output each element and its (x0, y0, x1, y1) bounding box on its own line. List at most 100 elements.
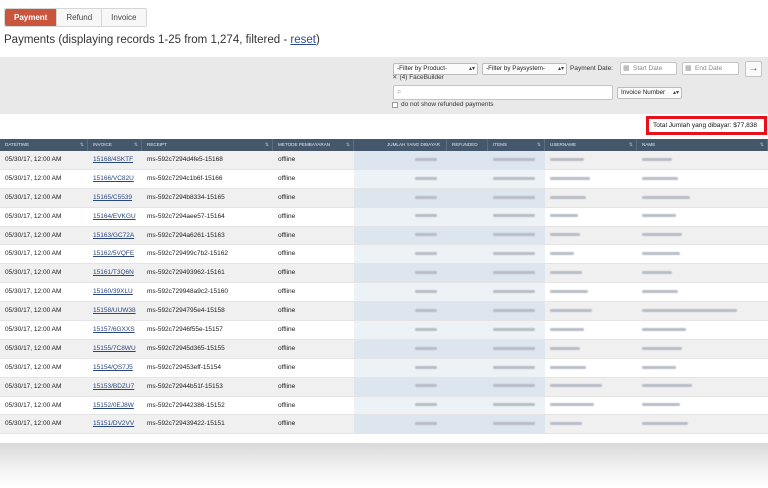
redacted-value (415, 214, 437, 218)
tab-payment[interactable]: Payment (5, 9, 58, 26)
cell-amount-paid (354, 302, 447, 321)
cell-name (637, 208, 768, 226)
table-body: 05/30/17, 12:00 AM 15168/4SKTF ms-592c7294… (0, 151, 768, 435)
window-bottom-shadow (0, 443, 768, 488)
table-row[interactable]: 05/30/17, 12:00 AM 15160/39XLU ms-592c7299… (0, 283, 768, 303)
column-header-username[interactable]: USERNAME ⇅ (545, 139, 637, 151)
cell-invoice: 15151/DV2VV (88, 415, 142, 433)
invoice-link[interactable]: 15160/39XLU (93, 288, 133, 295)
cell-payment-method: offline (278, 382, 296, 390)
cell-receipt: ms-592c72945d365-15155 (147, 344, 225, 352)
invoice-link[interactable]: 15162/5VQFE (93, 250, 134, 257)
cell-date-time: 05/30/17, 12:00 AM (5, 344, 62, 352)
cell-receipt: ms-592c729499c7b2-15162 (147, 250, 228, 258)
cell-amount-paid (354, 151, 447, 169)
table-row[interactable]: 05/30/17, 12:00 AM 15154/QS7J5 ms-592c7294… (0, 358, 768, 378)
redacted-value (415, 403, 437, 407)
tab-refund[interactable]: Refund (57, 9, 103, 26)
cell-invoice: 15154/QS7J5 (88, 359, 142, 377)
cell-amount-paid (354, 264, 447, 283)
sort-icon: ⇅ (536, 142, 541, 148)
chevron-updown-icon: ▴▾ (672, 90, 679, 96)
table-row[interactable]: 05/30/17, 12:00 AM 15151/DV2VV ms-592c7294… (0, 415, 768, 435)
close-icon[interactable]: ✕ (392, 74, 397, 81)
search-field-select[interactable]: Invoice Number ▴▾ (617, 87, 682, 99)
cell-items (488, 264, 545, 283)
cell-username (545, 397, 637, 415)
table-row[interactable]: 05/30/17, 12:00 AM 15152/0EJ8W ms-592c7294… (0, 396, 768, 416)
table-row[interactable]: 05/30/17, 12:00 AM 15165/C5539 ms-592c7294… (0, 188, 768, 208)
table-row[interactable]: 05/30/17, 12:00 AM 15168/4SKTF ms-592c7294… (0, 151, 768, 170)
invoice-link[interactable]: 15164/EVKGU (93, 213, 136, 220)
cell-items (488, 151, 545, 169)
invoice-link[interactable]: 15153/BDZU7 (93, 383, 134, 390)
table-row[interactable]: 05/30/17, 12:00 AM 15164/EVKGU ms-592c7294… (0, 207, 768, 227)
redacted-value (642, 252, 680, 256)
invoice-link[interactable]: 15165/C5539 (93, 194, 132, 201)
cell-amount-paid (354, 283, 447, 302)
cell-receipt: ms-592c729442386-15152 (147, 401, 225, 409)
invoice-link[interactable]: 15151/DV2VV (93, 420, 134, 427)
column-header-date-time[interactable]: DATE/TIME ⇅ (0, 139, 88, 151)
table-row[interactable]: 05/30/17, 12:00 AM 15153/BDZU7 ms-592c7294… (0, 377, 768, 397)
sort-icon: ⇅ (628, 142, 633, 148)
start-date-input[interactable]: ▦ Start Date (620, 62, 677, 75)
search-input[interactable]: ⌕ (393, 85, 613, 100)
apply-filter-button[interactable]: → (745, 61, 762, 77)
paysystem-filter-select[interactable]: -Filter by Paysystem- ▴▾ (482, 63, 567, 75)
column-header-label: METODE PEMBAYARAN (278, 142, 331, 147)
cell-items (488, 226, 545, 245)
table-row[interactable]: 05/30/17, 12:00 AM 15162/5VQFE ms-592c7294… (0, 245, 768, 265)
invoice-link[interactable]: 15152/0EJ8W (93, 402, 134, 409)
column-header-refunded[interactable]: REFUNDED (447, 139, 488, 151)
invoice-link[interactable]: 15157/6GXXS (93, 326, 135, 333)
redacted-value (415, 252, 437, 256)
table-row[interactable]: 05/30/17, 12:00 AM 15157/6GXXS ms-592c7294… (0, 321, 768, 340)
column-header-receipt[interactable]: RECEIPT ⇅ (142, 139, 273, 151)
invoice-link[interactable]: 15161/T3Q6N (93, 269, 134, 276)
table-row[interactable]: 05/30/17, 12:00 AM 15155/7C8WU ms-592c7294… (0, 339, 768, 359)
invoice-link[interactable]: 15155/7C8WU (93, 345, 136, 352)
refund-filter-checkbox[interactable] (392, 101, 398, 108)
cell-username (545, 264, 637, 282)
end-date-input[interactable]: ▦ End Date (682, 62, 739, 75)
cell-payment-method: offline (278, 250, 296, 258)
tab-bar: Payment Refund Invoice (4, 8, 147, 27)
page-title: Payments (displaying records 1-25 from 1… (4, 34, 320, 46)
reset-link[interactable]: reset (290, 34, 316, 46)
table-row[interactable]: 05/30/17, 12:00 AM 15163/GC72A ms-592c7294… (0, 226, 768, 246)
redacted-value (642, 327, 686, 331)
cell-date-time: 05/30/17, 12:00 AM (5, 250, 62, 258)
column-header-items[interactable]: ITEMS ⇅ (488, 139, 545, 151)
cell-items (488, 377, 545, 396)
invoice-link[interactable]: 15158/UUW38 (93, 307, 136, 314)
invoice-link[interactable]: 15168/4SKTF (93, 156, 133, 163)
cell-name (637, 397, 768, 415)
cell-date-time: 05/30/17, 12:00 AM (5, 174, 62, 182)
redacted-value (493, 384, 535, 388)
cell-invoice: 15166/VC82U (88, 170, 142, 188)
cell-date-time: 05/30/17, 12:00 AM (5, 401, 62, 409)
redacted-value (493, 308, 535, 312)
invoice-link[interactable]: 15166/VC82U (93, 175, 134, 182)
column-header-name[interactable]: NAME ⇅ (637, 139, 768, 151)
redacted-value (493, 233, 535, 237)
tab-invoice[interactable]: Invoice (102, 9, 145, 26)
invoice-link[interactable]: 15163/GC72A (93, 232, 134, 239)
invoice-link[interactable]: 15154/QS7J5 (93, 364, 133, 371)
column-header-amount-paid[interactable]: JUMLAH YANG DIBAYAR (354, 139, 447, 151)
redacted-value (493, 176, 535, 180)
cell-username (545, 415, 637, 433)
redacted-value (550, 252, 574, 256)
cell-username (545, 359, 637, 377)
table-row[interactable]: 05/30/17, 12:00 AM 15161/T3Q6N ms-592c7294… (0, 264, 768, 284)
cell-date-time: 05/30/17, 12:00 AM (5, 212, 62, 220)
cell-items (488, 415, 545, 434)
cell-username (545, 189, 637, 207)
table-row[interactable]: 05/30/17, 12:00 AM 15158/UUW38 ms-592c7294… (0, 302, 768, 322)
table-row[interactable]: 05/30/17, 12:00 AM 15166/VC82U ms-592c7294… (0, 169, 768, 189)
column-header-payment-method[interactable]: METODE PEMBAYARAN ⇅ (273, 139, 354, 151)
column-header-invoice[interactable]: INVOICE ⇅ (88, 139, 142, 151)
payment-date-label: Payment Date: (570, 65, 613, 72)
redacted-value (550, 195, 586, 199)
